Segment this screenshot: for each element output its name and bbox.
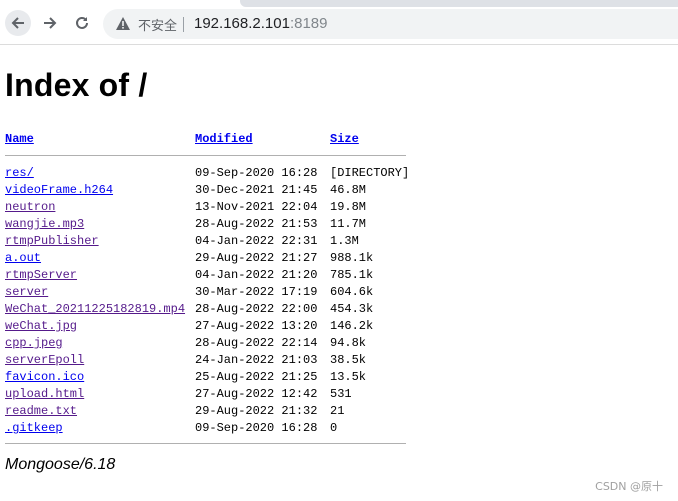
file-link[interactable]: readme.txt: [5, 404, 77, 418]
file-link[interactable]: rtmpPublisher: [5, 234, 99, 248]
footer-divider: [5, 443, 406, 444]
file-link[interactable]: cpp.jpeg: [5, 336, 63, 350]
url-host: 192.168.2.101: [194, 15, 290, 32]
modified-date: 28-Aug-2022 22:14: [195, 336, 318, 350]
file-size: 988.1k: [330, 251, 374, 265]
modified-date: 09-Sep-2020 16:28: [195, 421, 318, 435]
reload-button[interactable]: [69, 10, 95, 36]
file-size: 146.2k: [330, 319, 374, 333]
table-row: favicon.ico 25-Aug-2022 21:25 13.5k: [5, 369, 406, 386]
modified-date: 29-Aug-2022 21:32: [195, 404, 318, 418]
modified-date: 27-Aug-2022 12:42: [195, 387, 318, 401]
file-link[interactable]: upload.html: [5, 387, 84, 401]
file-rows: res/09-Sep-2020 16:28 [DIRECTORY] videoFra…: [5, 165, 410, 437]
table-row: upload.html 27-Aug-2022 12:42 531: [5, 386, 406, 403]
column-headers: Name Modified Size: [5, 131, 406, 148]
forward-button[interactable]: [37, 10, 63, 36]
modified-date: 09-Sep-2020 16:28: [195, 166, 318, 180]
table-row: videoFrame.h264 30-Dec-2021 21:45 46.8M: [5, 182, 406, 199]
table-row: wangjie.mp3 28-Aug-2022 21:53 11.7M: [5, 216, 406, 233]
modified-date: 24-Jan-2022 21:03: [195, 353, 318, 367]
watermark: CSDN @原十: [595, 480, 663, 493]
file-link[interactable]: .gitkeep: [5, 421, 63, 435]
modified-date: 04-Jan-2022 22:31: [195, 234, 318, 248]
file-size: 1.3M: [330, 234, 359, 248]
file-size: 531: [330, 387, 352, 401]
file-link[interactable]: WeChat_20211225182819.mp4: [5, 302, 185, 316]
header-divider: [5, 155, 406, 156]
security-label[interactable]: 不安全: [138, 15, 177, 34]
file-size: 19.8M: [330, 200, 367, 214]
file-size: [DIRECTORY]: [330, 166, 410, 180]
file-link[interactable]: a.out: [5, 251, 41, 265]
table-row: WeChat_20211225182819.mp4 28-Aug-2022 22:…: [5, 301, 406, 318]
modified-date: 28-Aug-2022 21:53: [195, 217, 318, 231]
file-size: 604.6k: [330, 285, 374, 299]
reload-icon: [74, 15, 90, 31]
browser-toolbar: 不安全 192.168.2.101:8189: [0, 0, 678, 45]
arrow-right-icon: [42, 15, 58, 31]
table-row: a.out 29-Aug-2022 21:27 988.1k: [5, 250, 406, 267]
table-row: res/09-Sep-2020 16:28 [DIRECTORY]: [5, 165, 410, 182]
file-size: 94.8k: [330, 336, 367, 350]
server-signature: Mongoose/6.18: [5, 456, 116, 473]
address-bar[interactable]: 不安全 192.168.2.101:8189: [103, 9, 678, 39]
modified-date: 29-Aug-2022 21:27: [195, 251, 318, 265]
url-text[interactable]: 192.168.2.101:8189: [194, 15, 327, 32]
file-link[interactable]: weChat.jpg: [5, 319, 77, 333]
file-link[interactable]: serverEpoll: [5, 353, 84, 367]
arrow-left-icon: [10, 15, 26, 31]
file-size: 0: [330, 421, 338, 435]
file-link[interactable]: favicon.ico: [5, 370, 84, 384]
sort-by-name-link[interactable]: Name: [5, 132, 34, 146]
file-link[interactable]: neutron: [5, 200, 55, 214]
file-link[interactable]: videoFrame.h264: [5, 183, 113, 197]
file-link[interactable]: wangjie.mp3: [5, 217, 84, 231]
file-size: 454.3k: [330, 302, 374, 316]
page-title: Index of /: [5, 67, 148, 103]
table-row: rtmpServer 04-Jan-2022 21:20 785.1k: [5, 267, 406, 284]
table-row: neutron 13-Nov-2021 22:04 19.8M: [5, 199, 406, 216]
sort-by-modified-link[interactable]: Modified: [195, 132, 253, 146]
tab-strip-edge: [240, 0, 678, 7]
file-size: 11.7M: [330, 217, 367, 231]
modified-date: 30-Dec-2021 21:45: [195, 183, 318, 197]
table-row: cpp.jpeg 28-Aug-2022 22:14 94.8k: [5, 335, 406, 352]
sort-by-size-link[interactable]: Size: [330, 132, 359, 146]
modified-date: 04-Jan-2022 21:20: [195, 268, 318, 282]
file-link[interactable]: server: [5, 285, 48, 299]
directory-listing: Name Modified Size res/09-Sep-2020 16:28…: [5, 131, 410, 444]
modified-date: 28-Aug-2022 22:00: [195, 302, 318, 316]
table-row: .gitkeep 09-Sep-2020 16:28 0: [5, 420, 406, 437]
address-separator: [183, 17, 184, 32]
file-size: 13.5k: [330, 370, 367, 384]
back-button[interactable]: [5, 10, 31, 36]
table-row: server 30-Mar-2022 17:19 604.6k: [5, 284, 406, 301]
table-row: weChat.jpg 27-Aug-2022 13:20 146.2k: [5, 318, 406, 335]
url-port: :8189: [289, 15, 328, 32]
file-size: 785.1k: [330, 268, 374, 282]
file-link[interactable]: rtmpServer: [5, 268, 77, 282]
table-row: readme.txt 29-Aug-2022 21:32 21: [5, 403, 406, 420]
table-row: rtmpPublisher 04-Jan-2022 22:31 1.3M: [5, 233, 406, 250]
modified-date: 25-Aug-2022 21:25: [195, 370, 318, 384]
table-row: serverEpoll 24-Jan-2022 21:03 38.5k: [5, 352, 406, 369]
file-size: 38.5k: [330, 353, 367, 367]
file-size: 21: [330, 404, 345, 418]
modified-date: 27-Aug-2022 13:20: [195, 319, 318, 333]
modified-date: 13-Nov-2021 22:04: [195, 200, 318, 214]
file-link[interactable]: res/: [5, 166, 34, 180]
file-size: 46.8M: [330, 183, 367, 197]
modified-date: 30-Mar-2022 17:19: [195, 285, 318, 299]
warning-icon[interactable]: [115, 16, 131, 35]
